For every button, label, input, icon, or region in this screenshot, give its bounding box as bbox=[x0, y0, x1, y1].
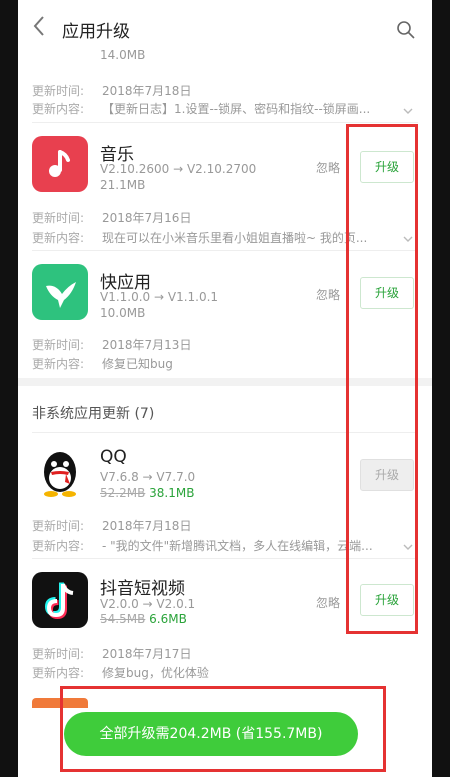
ignore-link[interactable]: 忽略 bbox=[316, 594, 340, 611]
app-size: 14.0MB bbox=[100, 48, 146, 62]
new-size: 6.6MB bbox=[149, 612, 187, 626]
douyin-app-icon bbox=[32, 572, 88, 628]
update-time-label: 更新时间: bbox=[32, 338, 85, 352]
update-content-label: 更新内容: bbox=[32, 539, 85, 553]
update-content-label: 更新内容: bbox=[32, 102, 85, 116]
right-bezel bbox=[432, 0, 450, 777]
app-version: V2.10.2600 → V2.10.2700 bbox=[100, 162, 257, 176]
app-size: 21.1MB bbox=[100, 178, 146, 192]
app-version: V7.6.8 → V7.7.0 bbox=[100, 470, 196, 484]
search-icon[interactable] bbox=[396, 20, 416, 40]
qq-app-icon bbox=[32, 444, 88, 500]
ignore-link[interactable]: 忽略 bbox=[316, 286, 340, 303]
app-size: 10.0MB bbox=[100, 306, 146, 320]
left-bezel bbox=[0, 0, 18, 777]
update-content-value: - "我的文件"新增腾讯文档，多人在线编辑，云端... bbox=[102, 539, 373, 553]
app-name: QQ bbox=[100, 447, 127, 467]
update-time-label: 更新时间: bbox=[32, 647, 85, 661]
back-arrow-icon[interactable] bbox=[32, 14, 56, 42]
annotation-box-upgrade-all bbox=[60, 686, 386, 772]
app-version: V2.0.0 → V2.0.1 bbox=[100, 597, 196, 611]
update-time-value: 2018年7月18日 bbox=[102, 84, 192, 98]
update-content-value: 修复bug，优化体验 bbox=[102, 666, 209, 680]
update-content-value: 现在可以在小米音乐里看小姐姐直播啦~ 我的页... bbox=[102, 231, 368, 245]
update-time-value: 2018年7月16日 bbox=[102, 211, 192, 225]
update-content-label: 更新内容: bbox=[32, 357, 85, 371]
section-title: 非系统应用更新 (7) bbox=[32, 406, 155, 422]
quick-app-icon bbox=[32, 264, 88, 320]
new-size: 38.1MB bbox=[149, 486, 195, 500]
header-bar: 应用升级 bbox=[18, 0, 432, 60]
ignore-link[interactable]: 忽略 bbox=[316, 159, 340, 176]
update-content-label: 更新内容: bbox=[32, 231, 85, 245]
page-title: 应用升级 bbox=[62, 22, 130, 42]
chevron-down-icon[interactable] bbox=[402, 102, 414, 114]
old-size: 54.5MB bbox=[100, 612, 146, 626]
update-time-label: 更新时间: bbox=[32, 84, 85, 98]
app-size: 54.5MB 6.6MB bbox=[100, 612, 187, 626]
app-version: V1.1.0.0 → V1.1.0.1 bbox=[100, 290, 219, 304]
update-time-label: 更新时间: bbox=[32, 211, 85, 225]
app-name: 抖音短视频 bbox=[100, 579, 185, 599]
update-time-value: 2018年7月13日 bbox=[102, 338, 192, 352]
app-size: 52.2MB 38.1MB bbox=[100, 486, 194, 500]
update-time-value: 2018年7月18日 bbox=[102, 519, 192, 533]
divider bbox=[32, 122, 418, 123]
update-content-label: 更新内容: bbox=[32, 666, 85, 680]
update-time-value: 2018年7月17日 bbox=[102, 647, 192, 661]
annotation-box-upgrade-buttons bbox=[346, 124, 418, 634]
music-app-icon bbox=[32, 136, 88, 192]
update-content-value: 【更新日志】1.设置--锁屏、密码和指纹--锁屏画... bbox=[102, 102, 371, 116]
old-size: 52.2MB bbox=[100, 486, 146, 500]
update-content-value: 修复已知bug bbox=[102, 357, 173, 371]
update-time-label: 更新时间: bbox=[32, 519, 85, 533]
